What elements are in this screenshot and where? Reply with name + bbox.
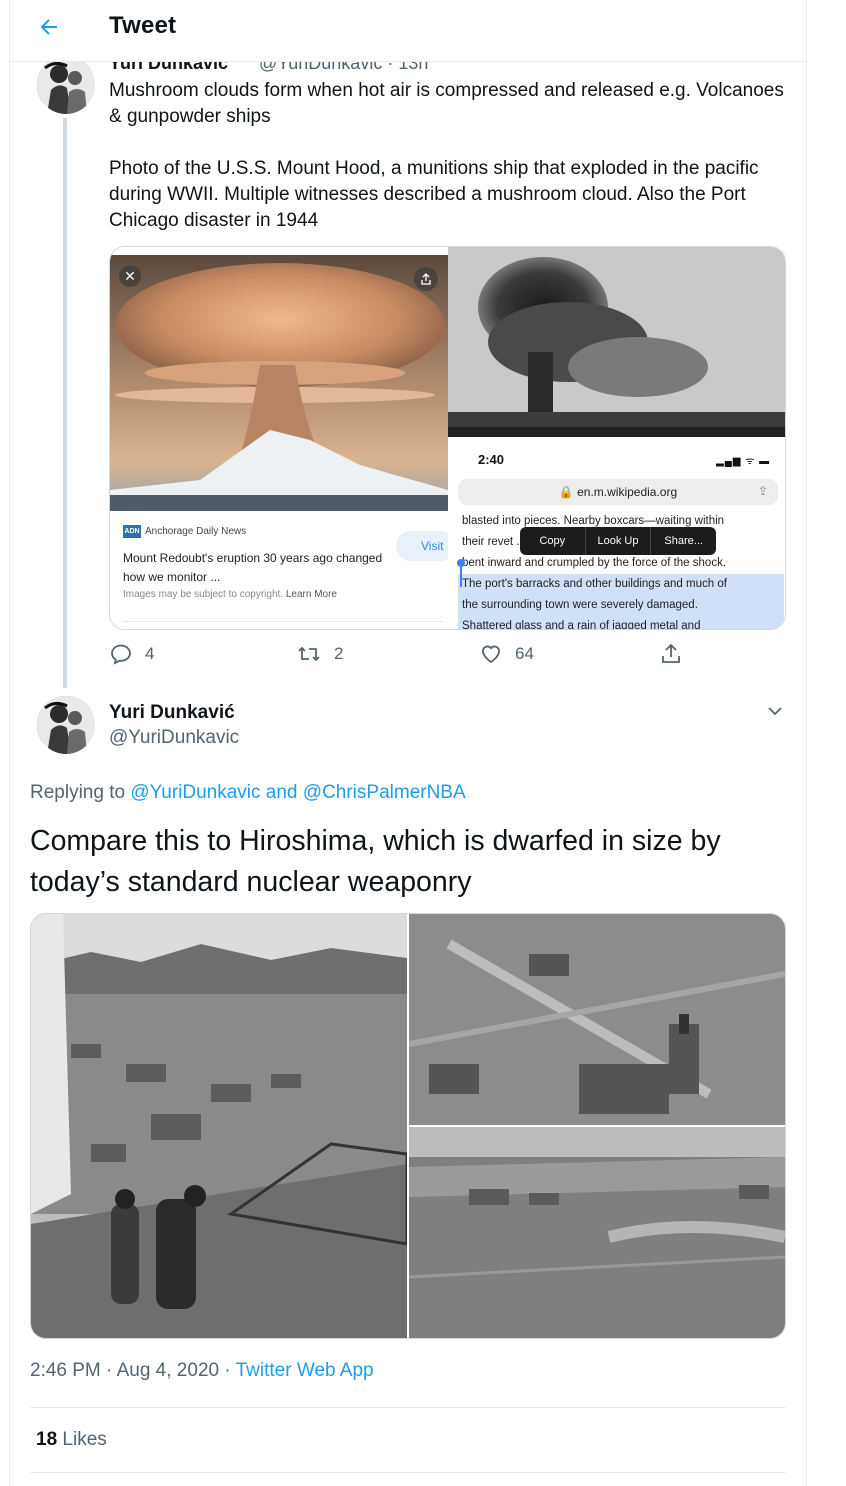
divider <box>30 1472 786 1473</box>
adn-logo: ADN <box>123 525 141 538</box>
tweet-column: Tweet Yuri Dunkavic @YuriDunkavic · 13h … <box>9 0 807 1486</box>
media-photo[interactable] <box>409 1127 785 1338</box>
result-source: Anchorage Daily News <box>145 526 247 537</box>
wiki-line-selected: The port's barracks and other buildings … <box>458 574 784 595</box>
search-result-info: ADN Anchorage Daily News Mount Redoubt's… <box>110 513 456 629</box>
avatar[interactable] <box>37 56 95 114</box>
page-header: Tweet <box>10 0 806 62</box>
parent-tweet-text: Mushroom clouds form when hot air is com… <box>109 80 784 231</box>
result-headline[interactable]: Mount Redoubt's eruption 30 years ago ch… <box>123 549 383 587</box>
context-menu: Copy Look Up Share... <box>520 527 716 555</box>
chevron-down-icon <box>768 707 782 716</box>
status-icons: ▂▄▆ ᯤ ▬ <box>716 456 771 467</box>
volcano-image <box>110 255 448 511</box>
wiki-line: bent inward and crumpled by the force of… <box>462 557 727 569</box>
selection-handle <box>460 561 462 587</box>
context-menu-look-up[interactable]: Look Up <box>586 527 652 555</box>
tweet-timestamp: 2:46 PM · Aug 4, 2020 · Twitter Web App <box>30 1360 374 1381</box>
arrow-left-icon <box>40 19 57 35</box>
hiroshima-aerial-photo <box>409 1127 785 1338</box>
more-options-button[interactable] <box>762 698 788 724</box>
back-button[interactable] <box>32 10 66 44</box>
divider <box>123 621 443 622</box>
source-app-link[interactable]: Twitter Web App <box>236 1360 374 1381</box>
context-menu-share[interactable]: Share... <box>651 527 716 555</box>
screenshot-google-image[interactable]: ✕ ADN Anchorage Daily News Mount Redoubt… <box>110 247 456 629</box>
explosion-photo <box>448 247 785 437</box>
share-icon: ⇪ <box>757 484 768 498</box>
media-photo[interactable] <box>31 914 407 1338</box>
screenshot-wikipedia[interactable]: 2:40 ▂▄▆ ᯤ ▬ 🔒 en.m.wikipedia.org ⇪ blas… <box>448 247 785 629</box>
wiki-line-selected: Shattered glass and a rain of jagged met… <box>458 616 784 629</box>
context-menu-copy[interactable]: Copy <box>520 527 586 555</box>
thread-line <box>63 118 67 688</box>
share-icon <box>662 643 680 663</box>
heart-icon <box>482 645 500 664</box>
url-bar: 🔒 en.m.wikipedia.org ⇪ <box>458 479 778 505</box>
parent-tweet-actions: 4 2 64 <box>109 642 786 672</box>
close-button[interactable]: ✕ <box>119 265 141 287</box>
hiroshima-photo <box>31 914 407 1338</box>
likes-count: 18 <box>36 1429 58 1450</box>
learn-more-link[interactable]: Learn More <box>286 589 337 600</box>
like-button[interactable]: 64 <box>479 642 534 666</box>
tweet-text: Compare this to Hiroshima, which is dwar… <box>30 825 721 898</box>
reply-button[interactable]: 4 <box>109 642 154 666</box>
mention-and[interactable]: and <box>266 782 298 803</box>
replying-to: Replying to @YuriDunkavic and @ChrisPalm… <box>30 782 466 803</box>
reply-icon <box>111 644 131 665</box>
likes-label: Likes <box>62 1429 107 1450</box>
like-count: 64 <box>515 644 534 663</box>
author-handle[interactable]: @YuriDunkavic <box>109 727 239 749</box>
divider <box>30 1407 786 1408</box>
tweet-media <box>30 913 786 1339</box>
phone-time: 2:40 <box>478 452 505 467</box>
visit-button[interactable]: Visit <box>396 531 456 561</box>
mention-link[interactable]: @YuriDunkavic <box>130 782 260 803</box>
share-button[interactable] <box>659 642 683 666</box>
retweet-icon <box>298 646 320 662</box>
likes-count-link[interactable]: 18 Likes <box>36 1429 107 1451</box>
author-name[interactable]: Yuri Dunkavić <box>109 702 235 724</box>
avatar[interactable] <box>37 696 95 754</box>
image-share-button[interactable] <box>414 267 438 291</box>
reply-count: 4 <box>145 644 155 663</box>
retweet-count: 2 <box>334 644 344 663</box>
hiroshima-ruins-photo <box>409 914 785 1125</box>
wiki-line-selected: the surrounding town were severely damag… <box>458 595 784 616</box>
copyright-note: Images may be subject to copyright. Lear… <box>123 589 337 600</box>
url-text: 🔒 en.m.wikipedia.org <box>558 485 678 499</box>
share-icon <box>421 273 431 285</box>
parent-media-card[interactable]: ✕ ADN Anchorage Daily News Mount Redoubt… <box>109 246 786 630</box>
mention-link[interactable]: @ChrisPalmerNBA <box>303 782 466 803</box>
page-title: Tweet <box>109 12 177 39</box>
media-photo[interactable] <box>409 914 785 1125</box>
retweet-button[interactable]: 2 <box>296 642 343 666</box>
